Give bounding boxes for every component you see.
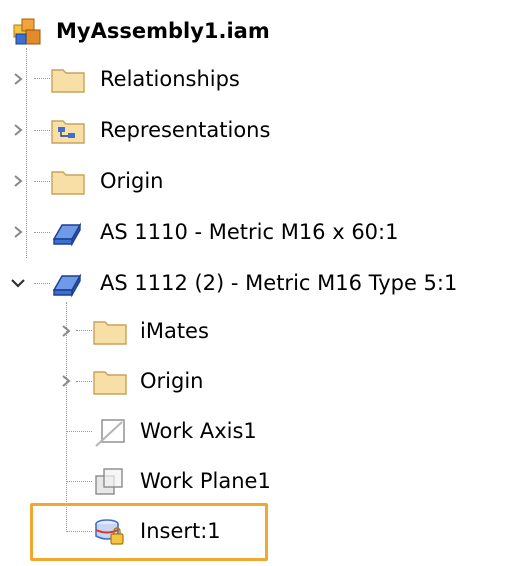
tree-item-label: AS 1110 - Metric M16 x 60:1: [100, 220, 399, 244]
tree-item-label: AS 1112 (2) - Metric M16 Type 5:1: [100, 271, 458, 295]
work-plane-icon: [92, 466, 123, 495]
model-browser-tree: MyAssembly1.iam Relationships Representa…: [0, 0, 513, 566]
representations-icon: [50, 115, 85, 144]
tree-item-label: Representations: [100, 118, 271, 142]
tree-item-label: MyAssembly1.iam: [56, 19, 270, 43]
work-axis-icon: [92, 416, 125, 447]
folder-icon: [92, 316, 127, 345]
tree-item-label: Work Plane1: [140, 469, 271, 493]
tree-item-label: iMates: [140, 319, 209, 343]
chevron-right-icon[interactable]: [58, 370, 74, 392]
tree-item-imates[interactable]: iMates: [0, 312, 513, 350]
folder-icon: [50, 166, 85, 195]
tree-item-insert[interactable]: Insert:1: [0, 512, 513, 550]
chevron-down-icon[interactable]: [10, 272, 26, 294]
chevron-right-icon[interactable]: [10, 119, 26, 141]
insert-constraint-icon: [92, 516, 124, 545]
folder-icon: [50, 64, 85, 93]
part-icon: [50, 217, 82, 247]
tree-item-relationships[interactable]: Relationships: [0, 60, 513, 98]
tree-item-as1112[interactable]: AS 1112 (2) - Metric M16 Type 5:1: [0, 264, 513, 302]
chevron-right-icon[interactable]: [10, 221, 26, 243]
tree-item-work-axis[interactable]: Work Axis1: [0, 412, 513, 450]
tree-item-label: Origin: [100, 169, 164, 193]
tree-item-origin-child[interactable]: Origin: [0, 362, 513, 400]
tree-item-root[interactable]: MyAssembly1.iam: [0, 12, 513, 50]
tree-item-representations[interactable]: Representations: [0, 111, 513, 149]
assembly-icon: [12, 16, 42, 45]
tree-item-label: Work Axis1: [140, 419, 257, 443]
tree-item-label: Insert:1: [140, 519, 221, 543]
tree-item-origin[interactable]: Origin: [0, 162, 513, 200]
part-icon: [50, 268, 82, 298]
tree-item-label: Relationships: [100, 67, 240, 91]
chevron-right-icon[interactable]: [10, 170, 26, 192]
tree-item-work-plane[interactable]: Work Plane1: [0, 462, 513, 500]
tree-item-label: Origin: [140, 369, 204, 393]
chevron-right-icon[interactable]: [58, 320, 74, 342]
folder-icon: [92, 366, 127, 395]
chevron-right-icon[interactable]: [10, 68, 26, 90]
tree-item-as1110[interactable]: AS 1110 - Metric M16 x 60:1: [0, 213, 513, 251]
